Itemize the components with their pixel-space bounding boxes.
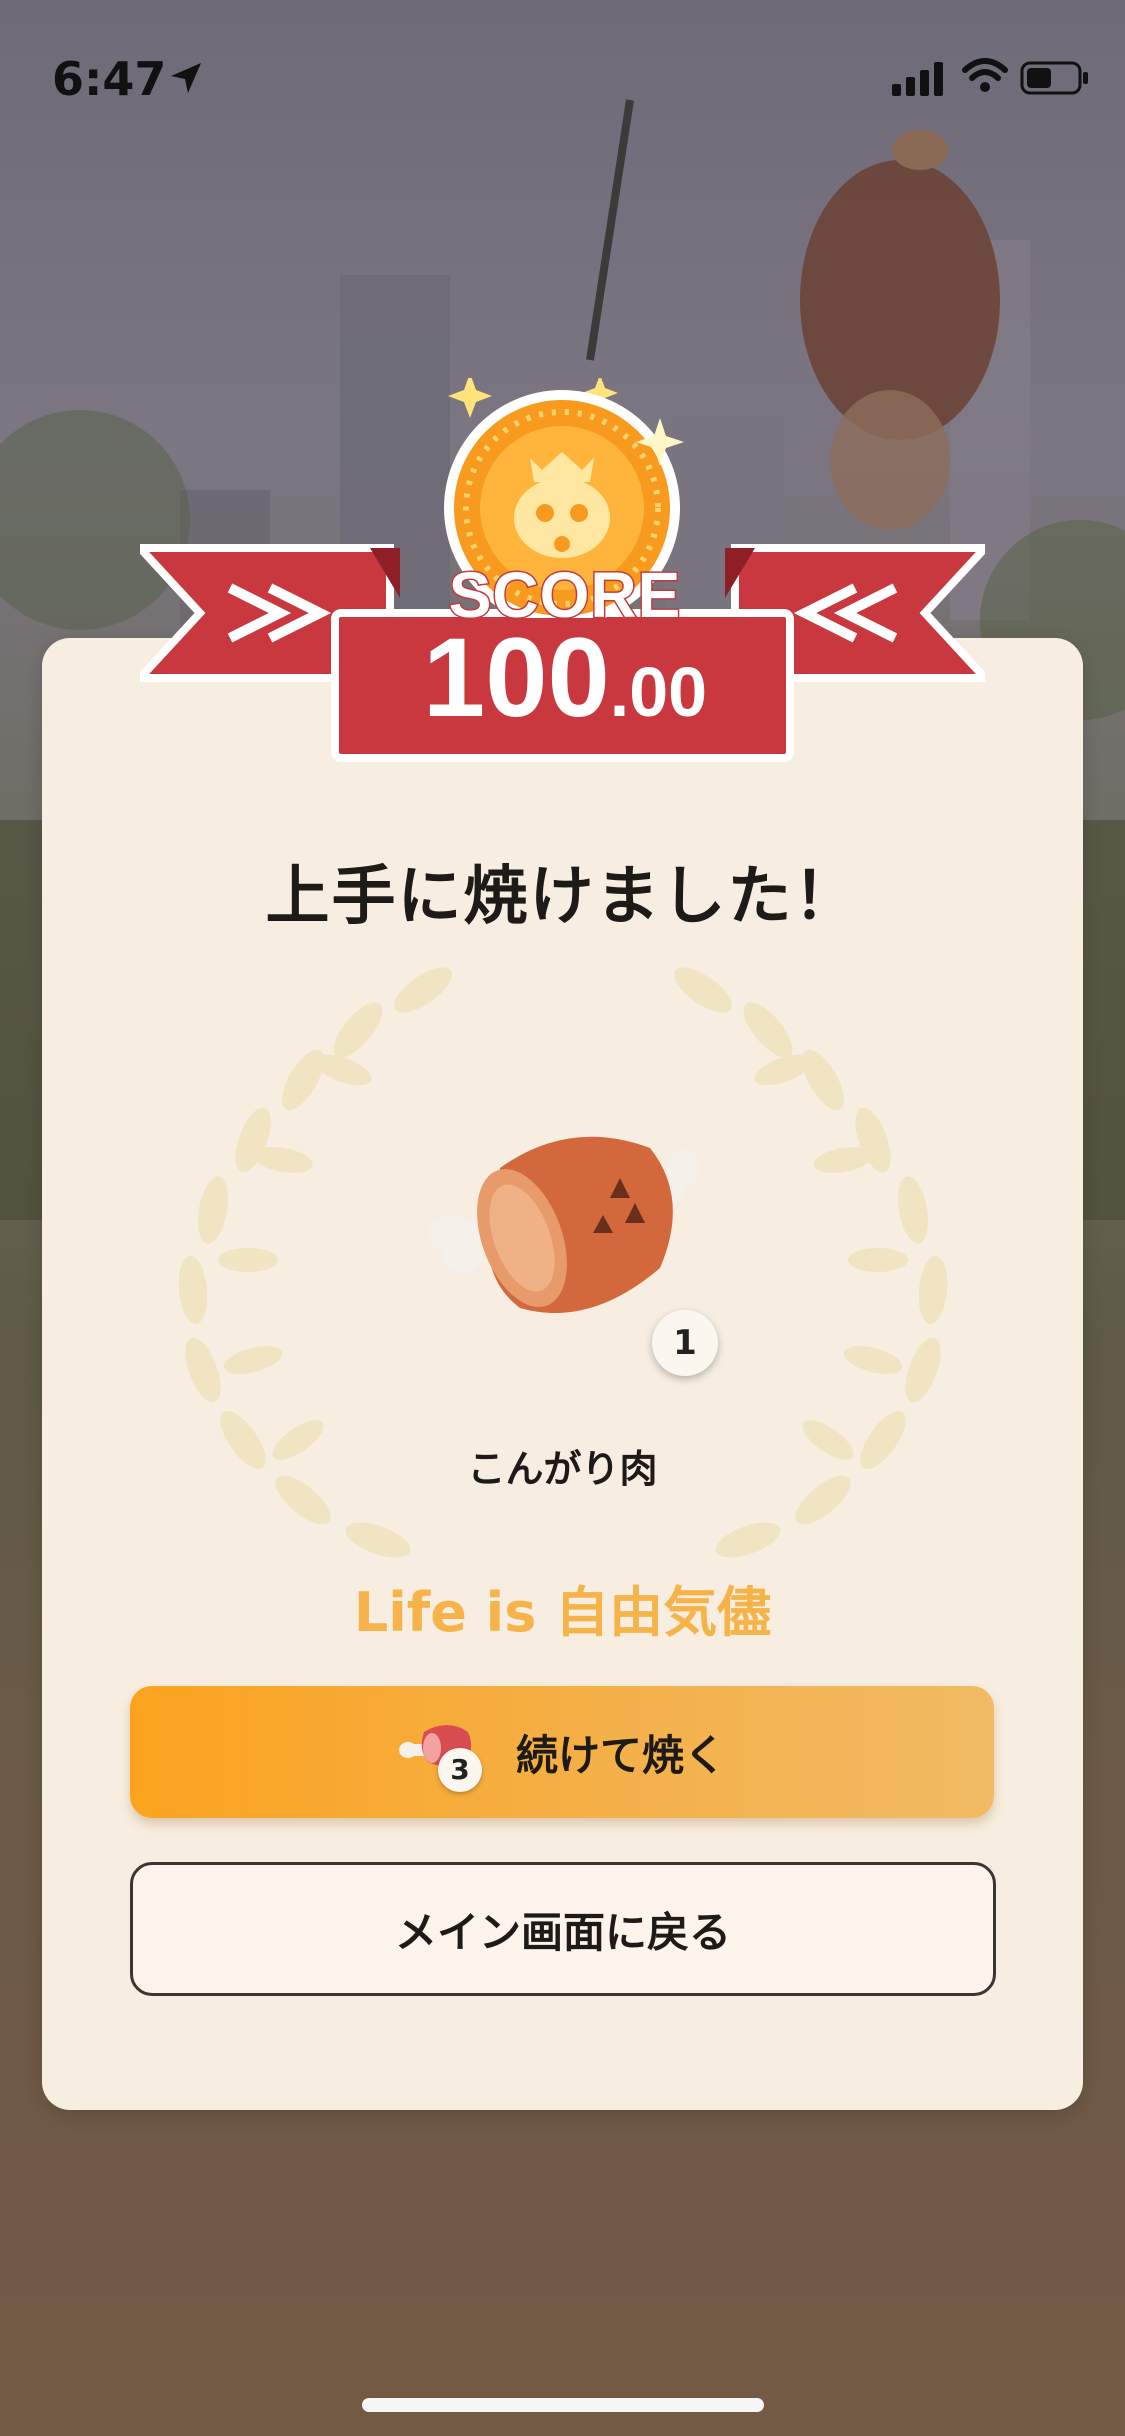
item-name: こんがり肉 [467, 1447, 658, 1491]
meat-cost-count: 3 [437, 1748, 482, 1792]
back-button-label: メイン画面に戻る [394, 1907, 731, 1957]
cellular-signal-icon [892, 62, 943, 96]
battery-icon [1020, 61, 1088, 95]
result-headline: 上手に焼けました！ [265, 860, 860, 934]
back-to-main-button[interactable]: メイン画面に戻る [130, 1862, 996, 1996]
item-quantity-badge: 1 [652, 1310, 718, 1376]
location-arrow-icon [171, 63, 201, 93]
wifi-icon [962, 58, 1008, 92]
status-time: 6:47 [52, 52, 167, 106]
score-value: 100.00 [330, 622, 800, 734]
home-indicator[interactable] [362, 2398, 764, 2412]
score-decimal: .00 [609, 653, 708, 731]
meat-cost-indicator: 3 [398, 1714, 502, 1792]
score-integer: 100 [422, 615, 610, 740]
cooked-meat-icon [428, 1136, 699, 1313]
continue-button-label: 続けて焼く [515, 1730, 726, 1780]
status-bar: 6:47 [0, 0, 1125, 150]
continue-grilling-button[interactable]: 3 続けて焼く [130, 1686, 994, 1818]
tagline: Life is 自由気儘 [353, 1581, 772, 1644]
